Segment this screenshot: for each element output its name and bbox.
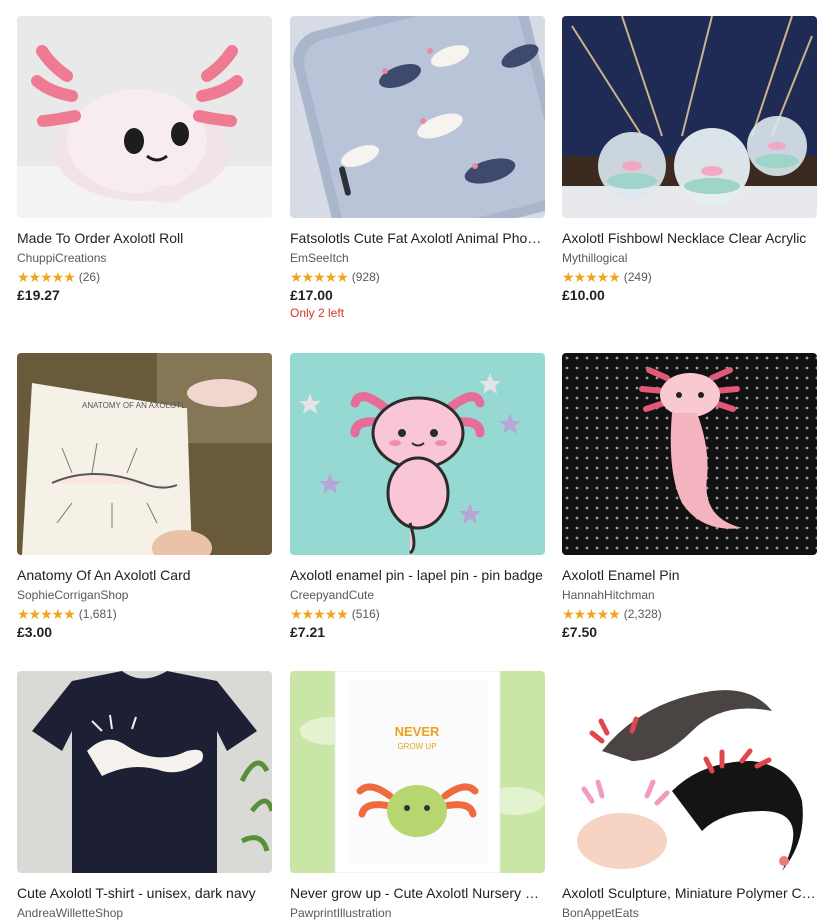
phone-case-art [290, 16, 545, 218]
star-rating-icon: ★★★★★ [290, 606, 349, 622]
price: £3.00 [17, 624, 53, 640]
sculpture-art [562, 671, 817, 873]
listing-title[interactable]: Axolotl Enamel Pin [562, 567, 817, 584]
price: £10.00 [562, 287, 605, 303]
listing-title[interactable]: Made To Order Axolotl Roll [17, 230, 272, 247]
review-count: (516) [351, 607, 380, 621]
listing-grid: Made To Order Axolotl Roll ChuppiCreatio… [0, 0, 830, 923]
listing-card[interactable]: ANATOMY OF AN AXOLOTL Anatomy Of An Axol… [17, 353, 272, 641]
shop-name[interactable]: PawprintIllustration [290, 906, 545, 920]
review-count: (1,681) [78, 607, 117, 621]
enamel-pin-dark-image[interactable] [562, 353, 817, 555]
listing-card[interactable]: Axolotl Fishbowl Necklace Clear Acrylic … [562, 16, 817, 304]
star-rating-icon: ★★★★★ [17, 606, 76, 622]
listing-title[interactable]: Axolotl Sculpture, Miniature Polymer Cla… [562, 885, 817, 902]
enamel-pin-dark-art [562, 353, 817, 555]
listing-title[interactable]: Fatsolotls Cute Fat Axolotl Animal Phone… [290, 230, 545, 247]
listing-card[interactable]: Fatsolotls Cute Fat Axolotl Animal Phone… [290, 16, 545, 320]
star-rating-icon: ★★★★★ [562, 606, 621, 622]
nursery-print-art: NEVER GROW UP [290, 671, 545, 873]
price: £17.00 [290, 287, 333, 303]
plush-axolotl-image[interactable] [17, 16, 272, 218]
listing-card[interactable]: Cute Axolotl T-shirt - unisex, dark navy… [17, 671, 272, 920]
shop-name[interactable]: ChuppiCreations [17, 251, 272, 265]
listing-title[interactable]: Cute Axolotl T-shirt - unisex, dark navy [17, 885, 272, 902]
enamel-pin-image[interactable] [290, 353, 545, 555]
star-rating-icon: ★★★★★ [17, 269, 76, 285]
listing-card[interactable]: Axolotl Sculpture, Miniature Polymer Cla… [562, 671, 817, 920]
review-count: (249) [623, 270, 652, 284]
fishbowl-necklace-image[interactable] [562, 16, 817, 218]
listing-card[interactable]: Axolotl Enamel Pin HannahHitchman ★★★★★ … [562, 353, 817, 641]
tshirt-image[interactable] [17, 671, 272, 873]
review-count: (928) [351, 270, 380, 284]
plush-axolotl-art [17, 16, 272, 218]
listing-title[interactable]: Axolotl Fishbowl Necklace Clear Acrylic [562, 230, 817, 247]
listing-card[interactable]: NEVER GROW UP Never grow up - Cute Axolo… [290, 671, 545, 920]
anatomy-card-image[interactable]: ANATOMY OF AN AXOLOTL [17, 353, 272, 555]
print-word-grow-up: GROW UP [397, 742, 436, 751]
shop-name[interactable]: EmSeeItch [290, 251, 545, 265]
price: £7.50 [562, 624, 598, 640]
price: £19.27 [17, 287, 60, 303]
shop-name[interactable]: SophieCorriganShop [17, 588, 272, 602]
listing-title[interactable]: Never grow up - Cute Axolotl Nursery Pri… [290, 885, 545, 902]
tshirt-art [17, 671, 272, 873]
star-rating-icon: ★★★★★ [562, 269, 621, 285]
phone-case-image[interactable] [290, 16, 545, 218]
enamel-pin-art [290, 353, 545, 555]
print-word-never: NEVER [395, 724, 440, 739]
star-rating-icon: ★★★★★ [290, 269, 349, 285]
rating: ★★★★★ (516) [290, 606, 545, 622]
shop-name[interactable]: Mythillogical [562, 251, 817, 265]
review-count: (2,328) [623, 607, 662, 621]
shop-name[interactable]: CreepyandCute [290, 588, 545, 602]
rating: ★★★★★ (249) [562, 269, 817, 285]
review-count: (26) [78, 270, 101, 284]
card-heading: ANATOMY OF AN AXOLOTL [82, 401, 186, 410]
rating: ★★★★★ (1,681) [17, 606, 272, 622]
nursery-print-image[interactable]: NEVER GROW UP [290, 671, 545, 873]
rating: ★★★★★ (928) [290, 269, 545, 285]
listing-card[interactable]: Axolotl enamel pin - lapel pin - pin bad… [290, 353, 545, 641]
shop-name[interactable]: BonAppetEats [562, 906, 817, 920]
shop-name[interactable]: HannahHitchman [562, 588, 817, 602]
low-stock-notice: Only 2 left [290, 306, 345, 320]
anatomy-card-art: ANATOMY OF AN AXOLOTL [17, 353, 272, 555]
fishbowl-necklace-art [562, 16, 817, 218]
listing-title[interactable]: Anatomy Of An Axolotl Card [17, 567, 272, 584]
sculpture-image[interactable] [562, 671, 817, 873]
shop-name[interactable]: AndreaWilletteShop [17, 906, 272, 920]
listing-card[interactable]: Made To Order Axolotl Roll ChuppiCreatio… [17, 16, 272, 304]
price: £7.21 [290, 624, 326, 640]
listing-title[interactable]: Axolotl enamel pin - lapel pin - pin bad… [290, 567, 545, 584]
rating: ★★★★★ (26) [17, 269, 272, 285]
rating: ★★★★★ (2,328) [562, 606, 817, 622]
